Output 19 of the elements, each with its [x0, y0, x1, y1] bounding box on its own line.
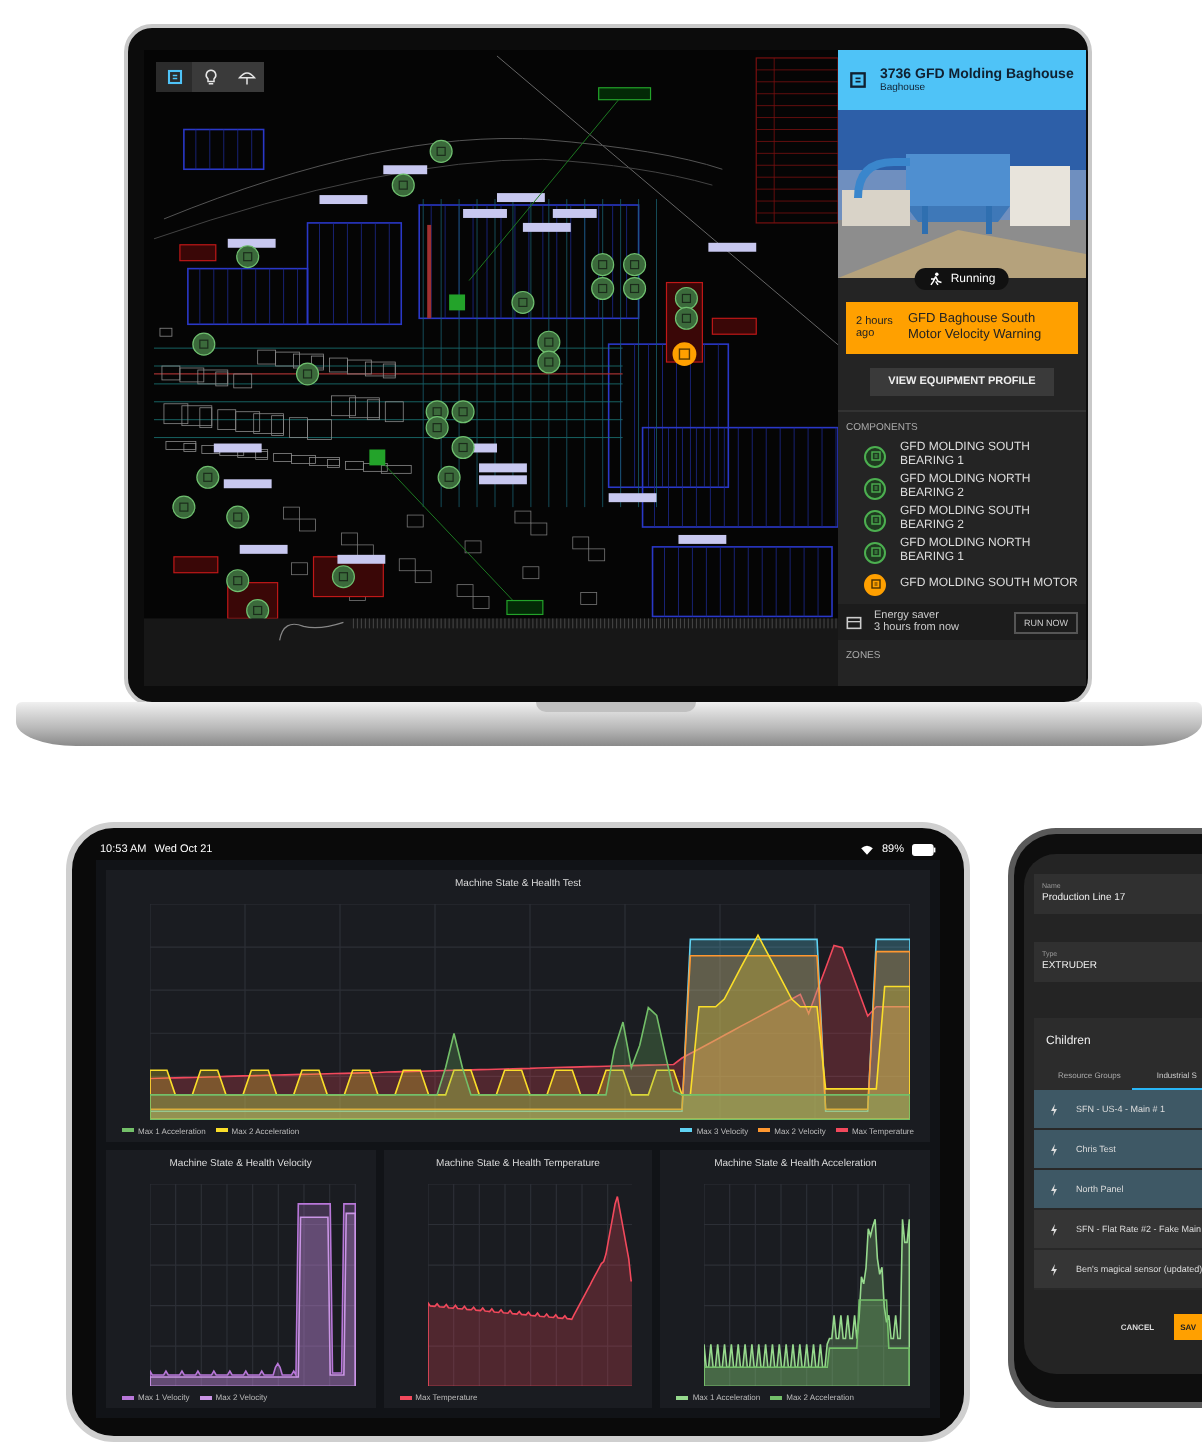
- lightbulb-icon[interactable]: [201, 68, 219, 86]
- square-glyph-icon: [869, 450, 881, 462]
- lightning-icon: [1050, 1183, 1058, 1195]
- square-glyph-icon: [869, 514, 881, 526]
- equipment-icon: [848, 70, 868, 90]
- square-glyph-icon: [869, 578, 881, 590]
- lightning-icon: [1050, 1223, 1058, 1235]
- square-glyph-icon: [869, 546, 881, 558]
- map-tool-button[interactable]: [156, 62, 192, 92]
- lightning-icon: [1050, 1103, 1058, 1115]
- umbrella-icon[interactable]: [237, 68, 255, 86]
- equipment-icon[interactable]: [165, 68, 183, 86]
- lightning-icon: [1050, 1263, 1058, 1275]
- lightning-icon: [1050, 1143, 1058, 1155]
- battery-icon: [912, 843, 936, 855]
- square-glyph-icon: [869, 482, 881, 494]
- calendar-icon: [846, 615, 862, 629]
- wifi-icon: [859, 843, 874, 855]
- running-icon: [928, 272, 943, 286]
